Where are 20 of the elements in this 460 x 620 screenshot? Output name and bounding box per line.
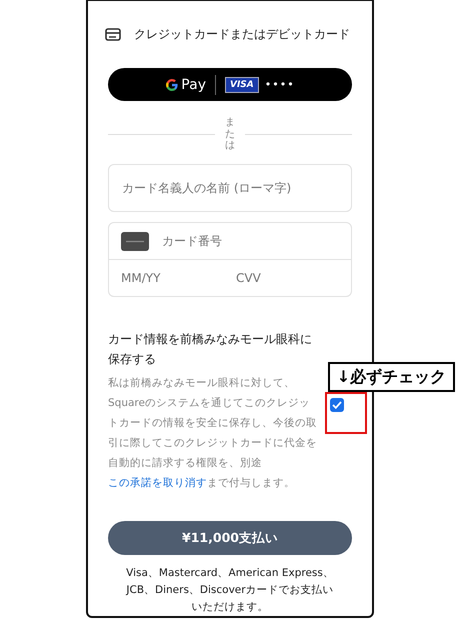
card-icon [105, 28, 121, 42]
revoke-link[interactable]: この承諾を取り消す [108, 477, 207, 490]
expiry-field[interactable]: MM/YY [108, 260, 230, 298]
pay-button[interactable]: ¥11,000支払い [108, 521, 352, 556]
or-divider-text: または [225, 117, 235, 152]
save-card-checkbox[interactable] [330, 398, 344, 412]
visa-badge: VISA [224, 76, 259, 93]
annotation-label: ↓必ずチェック [328, 362, 455, 392]
card-icon [121, 232, 149, 252]
save-card-title: カード情報を前橋みなみモール眼科に保存する [108, 331, 313, 368]
google-g-icon [165, 78, 180, 92]
google-pay-button[interactable]: Pay VISA •••• [108, 68, 352, 102]
highlight-box [325, 392, 367, 434]
cvv-field[interactable]: CVV [230, 260, 352, 298]
accepted-cards-note: Visa、Mastercard、American Express、JCB、Diners、Discoverカードでお支払いいただけます。 [124, 566, 335, 616]
masked-card-number: •••• [264, 78, 295, 92]
section-title: クレジットカードまたはデビットカード [134, 26, 350, 44]
card-number-field[interactable]: カード番号 [108, 222, 352, 260]
consent-text: 私は前橋みなみモール眼科に対して、Squareのシステムを通じてこのクレジットカードの情報を安全に保存し、今後の取引に際してこのクレジットカードに代金を自動的に請求する権限を、別途 この承諾を取り消す まで付与します。 [108, 376, 318, 492]
cardholder-name-field[interactable]: カード名義人の名前 (ローマ字) [108, 164, 352, 212]
